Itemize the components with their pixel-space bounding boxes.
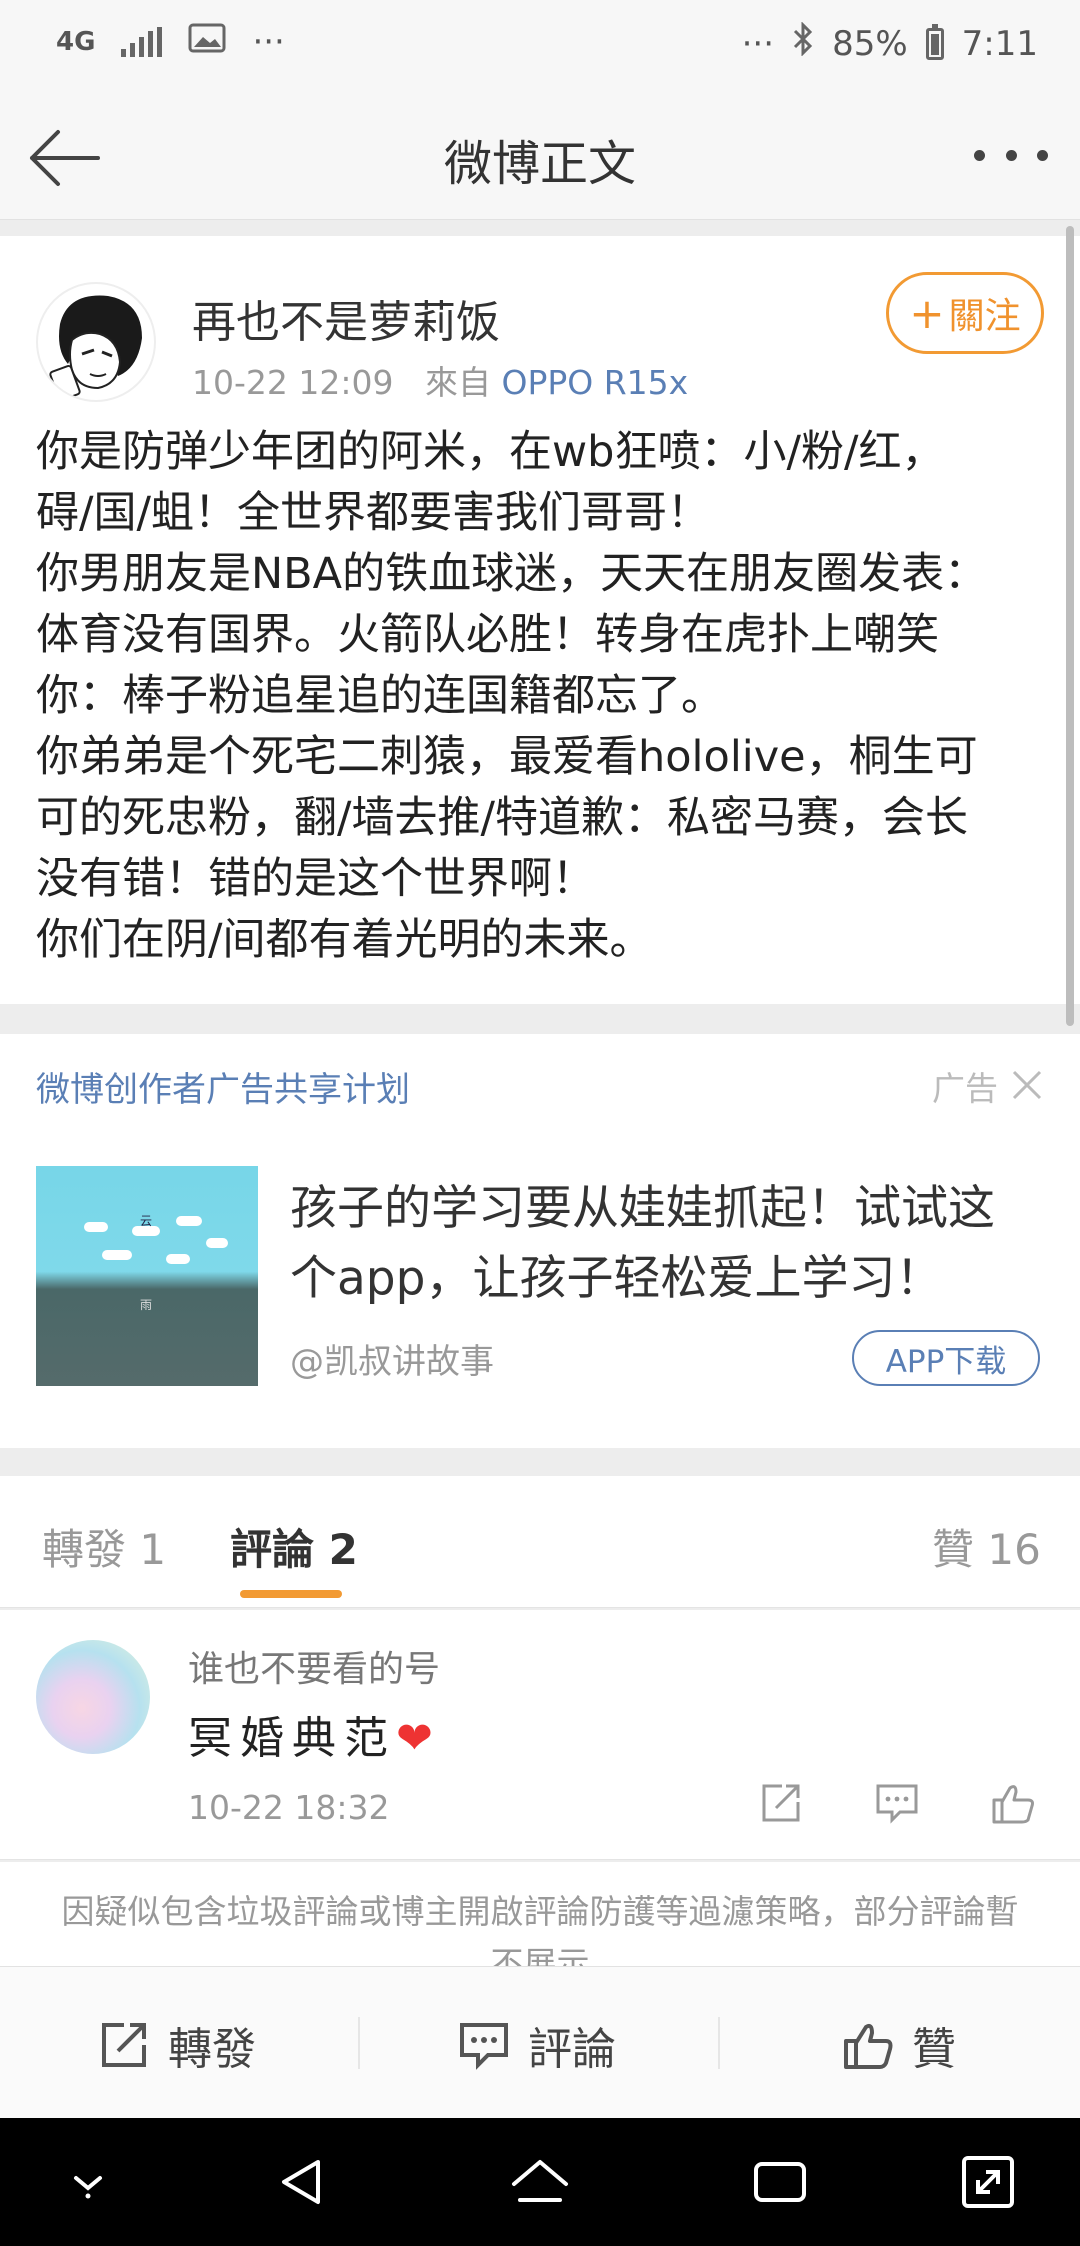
plus-icon: + — [909, 288, 945, 338]
post-line: 体育没有国界。火箭队必胜！转身在虎扑上嘲笑 — [36, 610, 939, 660]
recents-icon — [754, 2162, 806, 2202]
post-date: 10-22 12:09 — [192, 363, 394, 402]
close-icon[interactable] — [1010, 1068, 1044, 1102]
comment-label: 評論 — [528, 2024, 616, 2075]
comment-icon[interactable] — [874, 1780, 920, 1826]
like-label: 贊 — [912, 2024, 956, 2075]
post-line: 你们在阴/间都有着光明的未来。 — [36, 915, 653, 965]
nav-recents-button[interactable] — [748, 2150, 812, 2214]
title-bar: 微博正文 — [0, 92, 1080, 220]
clock: 7:11 — [961, 23, 1038, 64]
thumbs-up-icon — [844, 2023, 893, 2069]
comment-button[interactable]: 評論 — [458, 2013, 616, 2077]
ad-tag: 广告 — [932, 1069, 998, 1108]
comment-actions — [758, 1780, 1036, 1826]
post-line: 你弟弟是个死宅二刺猿，最爱看hololive，桐生可 — [36, 732, 978, 782]
author-avatar[interactable] — [36, 282, 156, 402]
follow-button[interactable]: + 關注 — [886, 272, 1044, 354]
tab-reposts[interactable]: 轉發 1 — [42, 1516, 166, 1577]
bottom-action-bar: 轉發 評論 贊 — [0, 1966, 1080, 2118]
post-line: 你：棒子粉追星追的连国籍都忘了。 — [36, 671, 724, 721]
battery-percent: 85% — [832, 23, 908, 64]
commenter-avatar[interactable] — [36, 1640, 150, 1754]
image-notification-icon — [188, 22, 226, 62]
status-more: ··· — [741, 23, 775, 64]
follow-label: 關注 — [948, 296, 1021, 337]
tab-comments[interactable]: 評論 2 — [230, 1516, 358, 1577]
divider — [358, 2017, 360, 2069]
battery-icon — [925, 23, 944, 60]
more-dots-icon — [974, 149, 985, 161]
comment-text: 冥婚典范❤ — [188, 1702, 433, 1766]
thumbs-up-icon[interactable] — [990, 1780, 1036, 1826]
nav-back-button[interactable] — [270, 2150, 334, 2214]
nav-home-button[interactable] — [508, 2150, 572, 2214]
more-menu-button[interactable] — [974, 140, 1048, 170]
system-nav-bar — [0, 2118, 1080, 2246]
repost-label: 轉發 — [168, 2024, 256, 2075]
filter-notice-text: 因疑似包含垃圾評論或博主開啟評論防護等過濾策略，部分評論暫不展示 — [61, 1892, 1019, 1966]
nav-expand-button[interactable] — [956, 2150, 1020, 2214]
signal-icon — [121, 27, 163, 57]
heart-emoji: ❤ — [396, 1713, 433, 1764]
commenter-name[interactable]: 谁也不要看的号 — [188, 1640, 440, 1692]
comment-body: 冥婚典范 — [188, 1713, 396, 1764]
ad-card[interactable]: 微博创作者广告共享计划 广告 云 雨 孩子的学习要从娃娃抓起！试试这个app，让… — [0, 1034, 1080, 1448]
active-tab-indicator — [240, 1590, 342, 1598]
network-indicator: 4G — [56, 27, 96, 57]
post-line: 没有错！错的是这个世界啊！ — [36, 854, 595, 904]
comment-icon — [460, 2023, 508, 2070]
ad-plan-label[interactable]: 微博创作者广告共享计划 — [36, 1062, 410, 1111]
ad-thumbnail[interactable]: 云 雨 — [36, 1166, 258, 1386]
comment-time: 10-22 18:32 — [188, 1788, 390, 1827]
ad-headline[interactable]: 孩子的学习要从娃娃抓起！试试这个app，让孩子轻松爱上学习！ — [290, 1174, 1030, 1314]
back-triangle-icon — [282, 2160, 320, 2204]
bluetooth-icon — [792, 21, 814, 65]
chevron-down-icon — [74, 2176, 102, 2199]
expand-icon — [962, 2156, 1014, 2208]
ad-author[interactable]: @凯叔讲故事 — [290, 1334, 494, 1383]
post-card: 再也不是萝莉饭 10-22 12:09 來自 OPPO R15x + 關注 你是… — [0, 236, 1080, 1004]
repost-button[interactable]: 轉發 — [98, 2013, 256, 2077]
scrollbar[interactable] — [1066, 226, 1074, 1026]
from-label: 來自 — [424, 363, 491, 402]
author-name[interactable]: 再也不是萝莉饭 — [192, 286, 500, 350]
repost-icon — [102, 2023, 146, 2067]
page-title: 微博正文 — [443, 136, 636, 192]
notification-more: ··· — [252, 22, 285, 62]
post-line: 可的死忠粉，翻/墙去推/特道歉：私密马赛，会长 — [36, 793, 968, 843]
post-meta: 10-22 12:09 來自 OPPO R15x — [192, 356, 688, 404]
divider — [718, 2017, 720, 2069]
post-line: 你男朋友是NBA的铁血球迷，天天在朋友圈发表： — [36, 549, 988, 599]
home-icon — [512, 2160, 568, 2202]
thumb-text: 云 — [140, 1214, 153, 1228]
post-line: 碍/国/蛆！全世界都要害我们哥哥！ — [36, 488, 710, 538]
tab-likes[interactable]: 贊 16 — [932, 1516, 1041, 1577]
thumb-text: 雨 — [140, 1298, 153, 1312]
status-bar: 4G ··· ··· 85% 7:11 — [0, 0, 1080, 92]
app-download-button[interactable]: APP下载 — [852, 1330, 1040, 1386]
comment-item: 谁也不要看的号 冥婚典范❤ 10-22 18:32 — [0, 1610, 1080, 1860]
post-content: 你是防弹少年团的阿米，在wb狂喷：小/粉/红， 碍/国/蛆！全世界都要害我们哥哥… — [36, 422, 1046, 971]
nav-collapse-button[interactable] — [56, 2150, 120, 2214]
post-source[interactable]: OPPO R15x — [501, 363, 688, 402]
like-button[interactable]: 贊 — [842, 2013, 956, 2077]
interaction-tabs: 轉發 1 評論 2 贊 16 — [0, 1476, 1080, 1608]
repost-icon[interactable] — [758, 1780, 804, 1826]
post-line: 你是防弹少年团的阿米，在wb狂喷：小/粉/红， — [36, 427, 945, 477]
filter-notice: 因疑似包含垃圾評論或博主開啟評論防護等過濾策略，部分評論暫不展示 — [0, 1862, 1080, 1966]
